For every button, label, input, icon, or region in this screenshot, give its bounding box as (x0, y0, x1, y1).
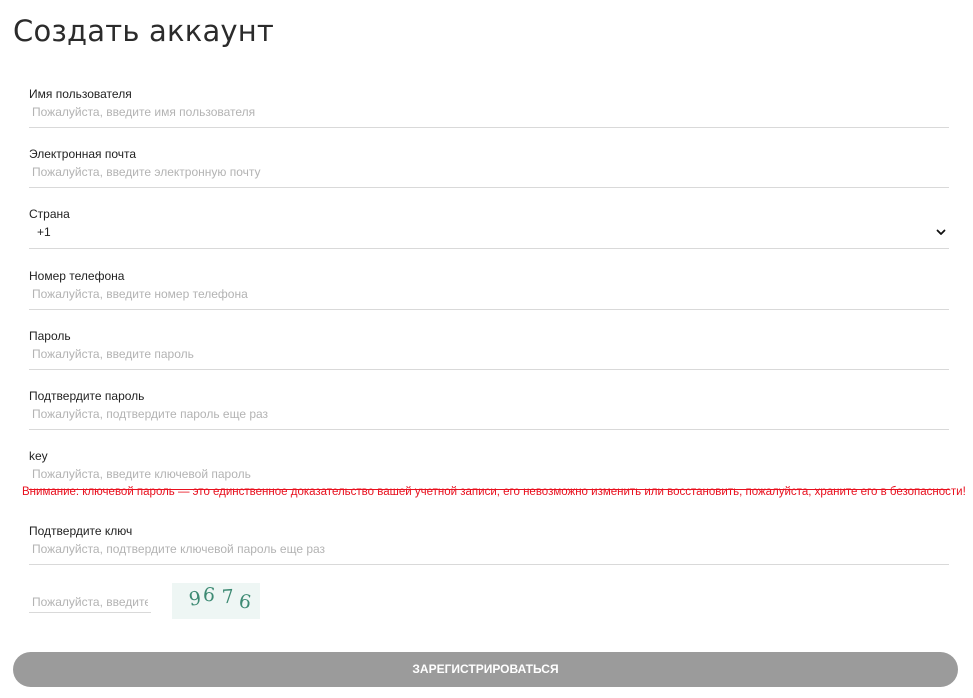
email-field: Электронная почта (29, 147, 949, 188)
key-warning-text: Внимание: ключевой пароль — это единстве… (22, 486, 966, 498)
country-label: Страна (29, 207, 70, 221)
email-input[interactable] (32, 165, 932, 179)
page-title: Создать аккаунт (13, 14, 275, 48)
phone-label: Номер телефона (29, 269, 125, 283)
confirm-key-input[interactable] (32, 542, 932, 556)
register-button[interactable]: ЗАРЕГИСТРИРОВАТЬСЯ (13, 652, 958, 687)
captcha-digit: 9 (187, 587, 203, 611)
country-field: Страна +1 (29, 207, 949, 249)
key-label: key (29, 449, 48, 463)
username-input[interactable] (32, 105, 932, 119)
confirm-password-field: Подтвердите пароль (29, 389, 949, 430)
captcha-field (29, 595, 151, 613)
confirm-key-label: Подтвердите ключ (29, 524, 133, 538)
captcha-digit: 6 (201, 583, 217, 607)
username-label: Имя пользователя (29, 87, 132, 101)
register-page: Создать аккаунт Имя пользователя Электро… (0, 0, 973, 698)
username-field: Имя пользователя (29, 87, 949, 128)
captcha-digit: 6 (237, 590, 253, 614)
password-input[interactable] (32, 347, 932, 361)
email-label: Электронная почта (29, 147, 137, 161)
password-label: Пароль (29, 329, 71, 343)
captcha-digit: 7 (221, 585, 235, 609)
country-select-value: +1 (37, 225, 51, 239)
country-select[interactable]: +1 (29, 225, 949, 241)
captcha-image[interactable]: 9 6 7 6 (172, 583, 260, 619)
chevron-down-icon (936, 229, 946, 235)
password-field: Пароль (29, 329, 949, 370)
phone-input[interactable] (32, 287, 932, 301)
phone-field: Номер телефона (29, 269, 949, 310)
confirm-password-label: Подтвердите пароль (29, 389, 145, 403)
key-input[interactable] (32, 467, 932, 481)
confirm-password-input[interactable] (32, 407, 932, 421)
captcha-input[interactable] (32, 595, 148, 609)
key-field: key (29, 449, 949, 490)
confirm-key-field: Подтвердите ключ (29, 524, 949, 565)
